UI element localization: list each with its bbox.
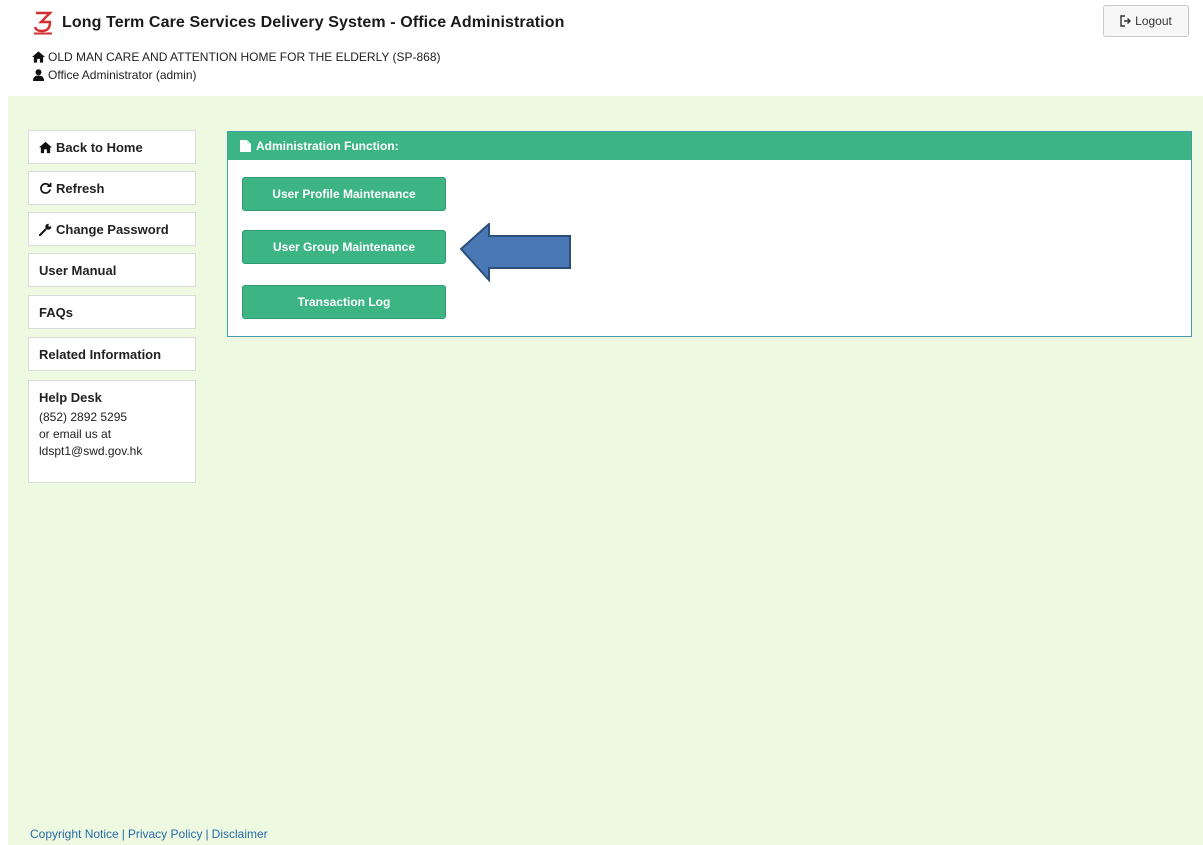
sidebar-item-faqs[interactable]: FAQs — [28, 295, 196, 329]
user-name: Office Administrator (admin) — [48, 68, 197, 82]
disclaimer-link[interactable]: Disclaimer — [212, 827, 268, 841]
help-desk-email[interactable]: ldspt1@swd.gov.hk — [39, 443, 185, 460]
swd-logo-icon — [33, 11, 53, 35]
logout-label: Logout — [1135, 14, 1172, 28]
home-icon — [32, 51, 45, 63]
sidebar-item-back-to-home[interactable]: Back to Home — [28, 130, 196, 164]
user-line: Office Administrator (admin) — [32, 68, 197, 82]
app-title: Long Term Care Services Delivery System … — [62, 14, 565, 31]
user-profile-maintenance-button[interactable]: User Profile Maintenance — [242, 177, 446, 211]
sidebar-item-label: Refresh — [56, 180, 105, 196]
file-icon — [240, 140, 251, 152]
help-desk-title: Help Desk — [39, 390, 102, 405]
privacy-policy-link[interactable]: Privacy Policy — [128, 827, 203, 841]
brand: Long Term Care Services Delivery System … — [32, 11, 564, 35]
panel-title: Administration Function: — [256, 139, 399, 153]
user-group-maintenance-button[interactable]: User Group Maintenance — [242, 230, 446, 264]
copyright-notice-link[interactable]: Copyright Notice — [30, 827, 119, 841]
wrench-icon — [39, 223, 52, 236]
pointer-arrow-icon — [459, 223, 571, 283]
sidebar-item-label: Back to Home — [56, 139, 143, 155]
sidebar-item-label: Related Information — [39, 346, 162, 362]
footer-links: Copyright Notice | Privacy Policy | Disclaim… — [30, 827, 268, 841]
help-desk-box: Help Desk (852) 2892 5295 or email us at… — [28, 380, 196, 483]
sign-out-icon — [1120, 15, 1132, 27]
refresh-icon — [40, 182, 52, 194]
sidebar-item-related-information[interactable]: Related Information — [28, 337, 196, 371]
organization-name: OLD MAN CARE AND ATTENTION HOME FOR THE … — [48, 50, 441, 64]
sidebar-item-refresh[interactable]: Refresh — [28, 171, 196, 205]
sidebar-item-user-manual[interactable]: User Manual — [28, 253, 196, 287]
help-desk-phone: (852) 2892 5295 — [39, 410, 128, 424]
administration-panel: Administration Function: User Profile Ma… — [227, 131, 1192, 337]
main-content: Back to Home Refresh Change Password Use… — [8, 96, 1203, 845]
sidebar-item-label: FAQs — [39, 304, 73, 320]
sidebar-item-label: User Manual — [39, 262, 117, 278]
sidebar-item-label: Change Password — [56, 221, 169, 237]
user-icon — [33, 69, 44, 81]
organization-line: OLD MAN CARE AND ATTENTION HOME FOR THE … — [32, 50, 441, 64]
panel-header: Administration Function: — [228, 132, 1191, 160]
home-icon — [39, 141, 52, 153]
page-header: Long Term Care Services Delivery System … — [0, 0, 1203, 96]
logout-button[interactable]: Logout — [1103, 5, 1189, 37]
help-desk-email-prompt: or email us at — [39, 427, 112, 441]
sidebar-item-change-password[interactable]: Change Password — [28, 212, 196, 246]
footer-separator: | — [205, 827, 209, 841]
transaction-log-button[interactable]: Transaction Log — [242, 285, 446, 319]
footer-separator: | — [121, 827, 125, 841]
